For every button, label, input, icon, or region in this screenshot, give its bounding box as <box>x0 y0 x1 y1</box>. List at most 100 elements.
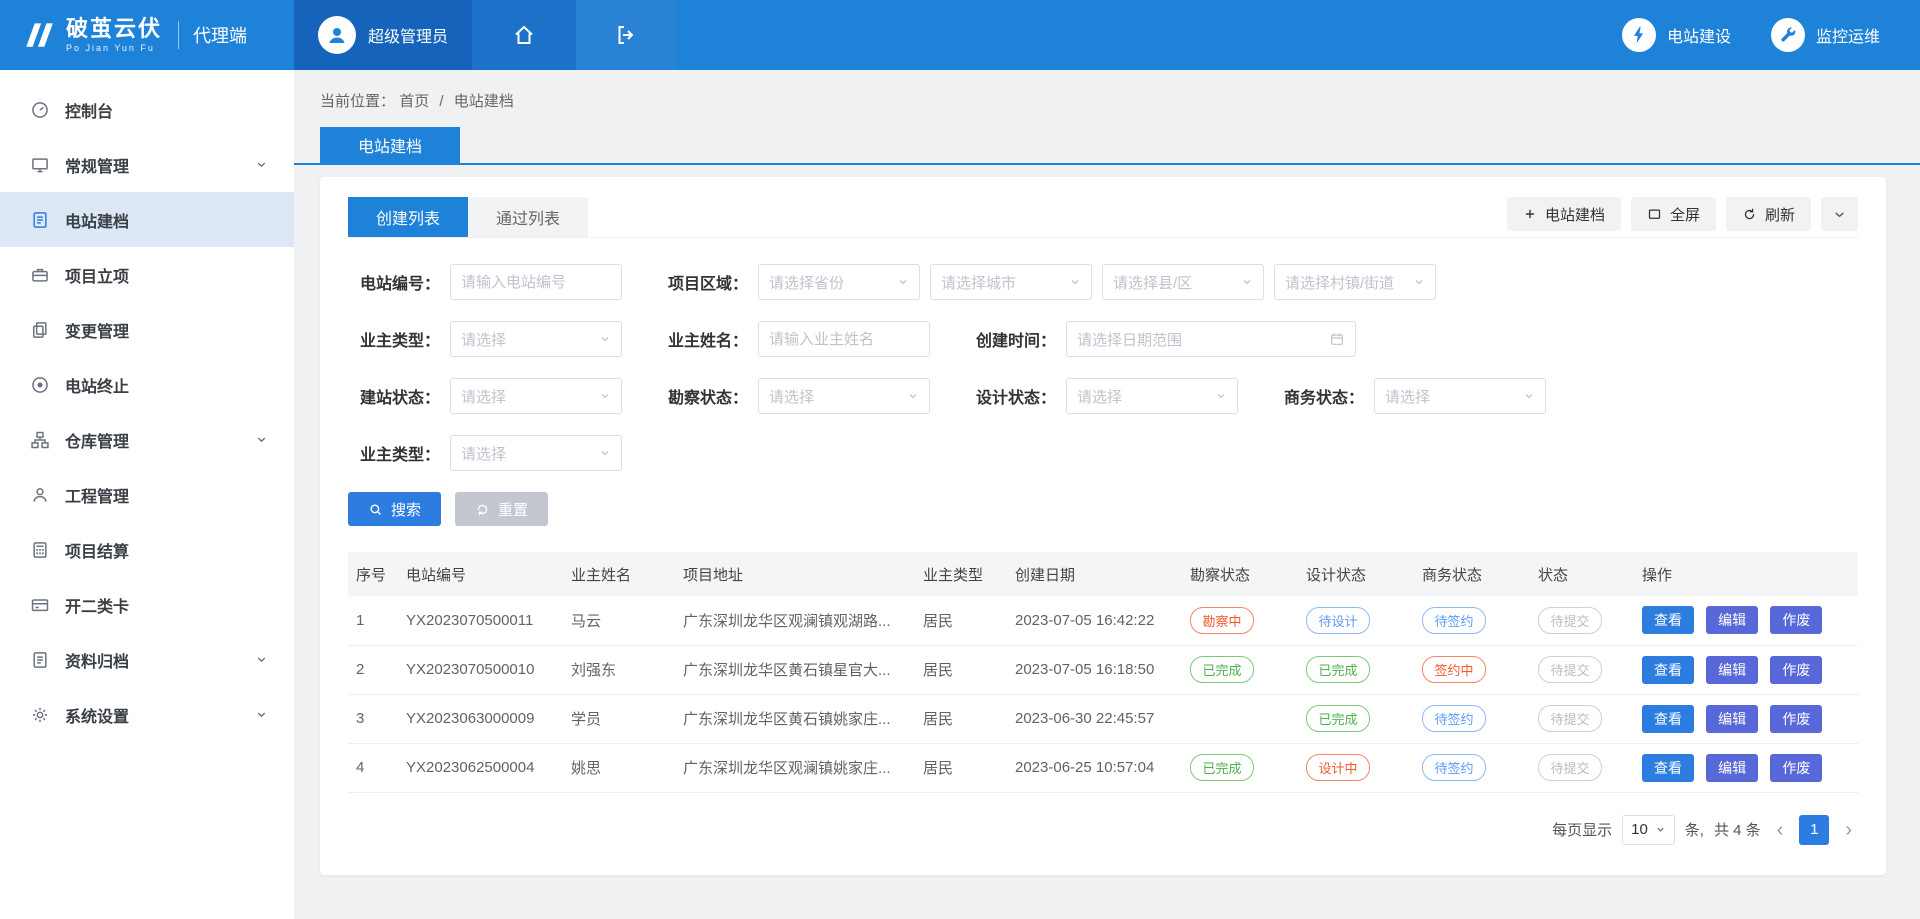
sidebar-item-general-mgmt[interactable]: 常规管理 <box>0 137 294 192</box>
nav-station-build[interactable]: 电站建设 <box>1622 18 1731 52</box>
business-status-select[interactable]: 请选择 <box>1374 378 1546 414</box>
sidebar-item-station-archive[interactable]: 电站建档 <box>0 192 294 247</box>
sidebar-item-system-settings[interactable]: 系统设置 <box>0 687 294 742</box>
refresh-button[interactable]: 刷新 <box>1726 197 1811 231</box>
cell-owner: 姚思 <box>563 743 675 792</box>
logout-button[interactable] <box>576 0 676 70</box>
status-badge: 待提交 <box>1538 705 1602 732</box>
tab-create-list[interactable]: 创建列表 <box>348 197 468 237</box>
col-date: 创建日期 <box>1007 552 1182 596</box>
cell-type: 居民 <box>915 743 1007 792</box>
sidebar-item-station-termination[interactable]: 电站终止 <box>0 357 294 412</box>
cell-index: 2 <box>348 645 398 694</box>
next-page-button[interactable]: › <box>1839 820 1858 840</box>
edit-button[interactable]: 编辑 <box>1706 754 1758 782</box>
edit-button[interactable]: 编辑 <box>1706 656 1758 684</box>
col-index: 序号 <box>348 552 398 596</box>
page-number[interactable]: 1 <box>1799 815 1829 845</box>
owner-type-2-select[interactable]: 请选择 <box>450 435 622 471</box>
sidebar-item-project-initiation[interactable]: 项目立项 <box>0 247 294 302</box>
build-status-select[interactable]: 请选择 <box>450 378 622 414</box>
void-button[interactable]: 作废 <box>1770 606 1822 634</box>
per-page-select[interactable]: 10 <box>1622 815 1675 845</box>
fullscreen-button[interactable]: 全屏 <box>1631 197 1716 231</box>
reset-label: 重置 <box>498 499 528 520</box>
search-label: 搜索 <box>391 499 421 520</box>
void-button[interactable]: 作废 <box>1770 754 1822 782</box>
search-button[interactable]: 搜索 <box>348 492 441 526</box>
chevron-down-icon <box>1655 824 1666 835</box>
sidebar-item-project-settlement[interactable]: 项目结算 <box>0 522 294 577</box>
collapse-button[interactable] <box>1821 197 1858 231</box>
status-badge: 待提交 <box>1538 754 1602 781</box>
city-select[interactable]: 请选择城市 <box>930 264 1092 300</box>
sidebar-item-change-mgmt[interactable]: 变更管理 <box>0 302 294 357</box>
cell-date: 2023-06-30 22:45:57 <box>1007 694 1182 743</box>
portal-tag: 代理端 <box>193 22 247 48</box>
content-card: 创建列表 通过列表 电站建档 全屏 刷新 <box>320 177 1886 875</box>
chevron-down-icon <box>599 333 611 345</box>
view-button[interactable]: 查看 <box>1642 754 1694 782</box>
business-status-badge: 待签约 <box>1422 705 1486 732</box>
header-spacer <box>676 0 1622 70</box>
sidebar-item-data-archive[interactable]: 资料归档 <box>0 632 294 687</box>
filter-owner-type-2: 业主类型： 请选择 <box>348 435 622 471</box>
home-button[interactable] <box>472 0 576 70</box>
chevron-down-icon <box>255 708 268 721</box>
owner-type-2-label: 业主类型： <box>348 441 440 465</box>
col-address: 项目地址 <box>675 552 915 596</box>
logo-subtitle: Po Jian Yun Fu <box>66 43 162 53</box>
sidebar-item-card-issue[interactable]: 开二类卡 <box>0 577 294 632</box>
breadcrumb-home[interactable]: 首页 <box>399 93 429 110</box>
sidebar-item-warehouse-mgmt[interactable]: 仓库管理 <box>0 412 294 467</box>
sidebar-item-engineering-mgmt[interactable]: 工程管理 <box>0 467 294 522</box>
view-button[interactable]: 查看 <box>1642 656 1694 684</box>
design-status-badge: 已完成 <box>1306 656 1370 683</box>
void-button[interactable]: 作废 <box>1770 656 1822 684</box>
user-menu[interactable]: 超级管理员 <box>294 0 472 70</box>
date-range-input[interactable]: 请选择日期范围 <box>1066 321 1356 357</box>
owner-type-select[interactable]: 请选择 <box>450 321 622 357</box>
prev-page-button[interactable]: ‹ <box>1771 820 1790 840</box>
survey-status-select[interactable]: 请选择 <box>758 378 930 414</box>
owner-type-label: 业主类型： <box>348 327 440 351</box>
toolbar-actions: 电站建档 全屏 刷新 <box>1507 197 1858 237</box>
page-tab-station-archive[interactable]: 电站建档 <box>320 127 460 163</box>
cell-actions: 查看 编辑 作废 <box>1634 596 1858 645</box>
tab-passed-list[interactable]: 通过列表 <box>468 197 588 237</box>
col-status: 状态 <box>1530 552 1634 596</box>
reset-button[interactable]: 重置 <box>455 492 548 526</box>
view-button[interactable]: 查看 <box>1642 606 1694 634</box>
sidebar-item-label: 工程管理 <box>65 483 129 507</box>
settings-icon <box>30 705 50 725</box>
date-range-placeholder: 请选择日期范围 <box>1077 329 1182 350</box>
edit-button[interactable]: 编辑 <box>1706 606 1758 634</box>
user-icon <box>325 23 349 47</box>
county-select[interactable]: 请选择县/区 <box>1102 264 1264 300</box>
design-status-badge: 待设计 <box>1306 607 1370 634</box>
design-status-select[interactable]: 请选择 <box>1066 378 1238 414</box>
business-status-placeholder: 请选择 <box>1385 386 1430 407</box>
filter-row-4: 业主类型： 请选择 <box>348 435 1858 471</box>
wrench-icon <box>1771 18 1805 52</box>
sidebar-item-dashboard[interactable]: 控制台 <box>0 82 294 137</box>
survey-status-badge: 已完成 <box>1190 754 1254 781</box>
station-code-input[interactable] <box>450 264 622 300</box>
sidebar-item-label: 电站终止 <box>65 373 129 397</box>
sidebar-item-label: 控制台 <box>65 98 113 122</box>
sidebar-item-label: 电站建档 <box>65 208 129 232</box>
toolbar: 创建列表 通过列表 电站建档 全屏 刷新 <box>348 197 1858 238</box>
town-select[interactable]: 请选择村镇/街道 <box>1274 264 1436 300</box>
add-station-button[interactable]: 电站建档 <box>1507 197 1621 231</box>
owner-name-input[interactable] <box>758 321 930 357</box>
cell-date: 2023-06-25 10:57:04 <box>1007 743 1182 792</box>
province-select[interactable]: 请选择省份 <box>758 264 920 300</box>
nav-monitor-ops[interactable]: 监控运维 <box>1771 18 1880 52</box>
edit-button[interactable]: 编辑 <box>1706 705 1758 733</box>
breadcrumb: 当前位置： 首页 / 电站建档 <box>294 70 1920 111</box>
void-button[interactable]: 作废 <box>1770 705 1822 733</box>
user-name: 超级管理员 <box>368 23 448 47</box>
view-button[interactable]: 查看 <box>1642 705 1694 733</box>
sidebar-item-label: 开二类卡 <box>65 593 129 617</box>
cell-actions: 查看 编辑 作废 <box>1634 694 1858 743</box>
